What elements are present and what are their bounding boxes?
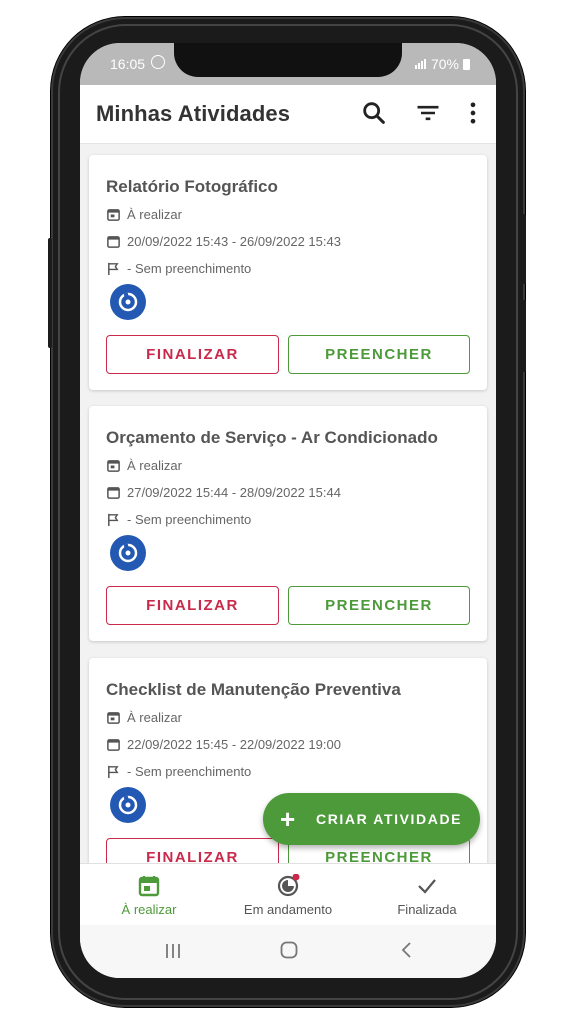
activity-title: Checklist de Manutenção Preventiva bbox=[106, 680, 401, 699]
phone-screen: 16:05 70% Minhas Atividades Relatório Fo bbox=[80, 43, 496, 978]
calendar-icon bbox=[138, 876, 160, 897]
activity-fill-status: - Sem preenchimento bbox=[106, 764, 251, 779]
preencher-button[interactable]: PREENCHER bbox=[288, 586, 470, 625]
more-vert-icon[interactable] bbox=[459, 99, 487, 127]
battery-percent: 70% bbox=[430, 56, 459, 72]
nav-item-a-realizar[interactable]: À realizar bbox=[80, 864, 218, 926]
check-icon bbox=[418, 879, 436, 894]
activity-card[interactable]: Checklist de Manutenção Preventiva À rea… bbox=[89, 658, 487, 893]
calendar-icon bbox=[107, 209, 120, 221]
activity-title: Orçamento de Serviço - Ar Condicionado bbox=[106, 428, 438, 447]
status-text: À realizar bbox=[127, 458, 182, 473]
fill-text: - Sem preenchimento bbox=[127, 512, 252, 527]
bottom-navigation: À realizar Em andamento Finalizada bbox=[80, 863, 496, 926]
calendar-icon bbox=[107, 460, 120, 472]
finalizar-button[interactable]: FINALIZAR bbox=[106, 335, 279, 374]
activity-dates: 20/09/2022 15:43 - 26/09/2022 15:43 bbox=[106, 234, 341, 249]
activity-status: À realizar bbox=[106, 207, 182, 222]
activity-fill-status: - Sem preenchimento bbox=[106, 261, 251, 276]
flag-icon bbox=[108, 262, 119, 276]
avatar bbox=[110, 535, 146, 571]
user-avatar-icon bbox=[118, 795, 138, 815]
nav-item-em-andamento[interactable]: Em andamento bbox=[219, 864, 357, 926]
calendar-icon bbox=[107, 236, 120, 248]
activity-status: À realizar bbox=[106, 710, 182, 725]
preencher-button[interactable]: PREENCHER bbox=[288, 335, 470, 374]
dates-text: 22/09/2022 15:45 - 22/09/2022 19:00 bbox=[127, 737, 341, 752]
activity-title: Relatório Fotográfico bbox=[106, 177, 278, 196]
activity-card[interactable]: Orçamento de Serviço - Ar Condicionado À… bbox=[89, 406, 487, 641]
whatsapp-icon bbox=[151, 55, 165, 69]
phone-side-button bbox=[48, 238, 52, 348]
user-avatar-icon bbox=[118, 543, 138, 563]
calendar-icon bbox=[107, 712, 120, 724]
status-text: À realizar bbox=[127, 207, 182, 222]
battery-icon bbox=[463, 58, 470, 70]
avatar bbox=[110, 787, 146, 823]
calendar-icon bbox=[107, 487, 120, 499]
dates-text: 27/09/2022 15:44 - 28/09/2022 15:44 bbox=[127, 485, 341, 500]
nav-label: À realizar bbox=[121, 902, 177, 917]
activity-card[interactable]: Relatório Fotográfico À realizar 20/09/2… bbox=[89, 155, 487, 390]
nav-label: Em andamento bbox=[243, 902, 333, 917]
activity-status: À realizar bbox=[106, 458, 182, 473]
camera-notch bbox=[174, 43, 402, 77]
status-indicators: 70% bbox=[414, 56, 470, 72]
search-icon[interactable] bbox=[360, 99, 388, 127]
phone-side-button bbox=[522, 300, 526, 372]
status-text: À realizar bbox=[127, 710, 182, 725]
activity-fill-status: - Sem preenchimento bbox=[106, 512, 251, 527]
system-navigation-bar bbox=[80, 925, 496, 978]
fab-label: CRIAR ATIVIDADE bbox=[316, 811, 463, 827]
fill-text: - Sem preenchimento bbox=[127, 261, 252, 276]
flag-icon bbox=[108, 513, 119, 527]
calendar-icon bbox=[107, 739, 120, 751]
activity-dates: 27/09/2022 15:44 - 28/09/2022 15:44 bbox=[106, 485, 341, 500]
progress-icon bbox=[277, 874, 300, 897]
app-bar: Minhas Atividades bbox=[80, 85, 496, 144]
activity-dates: 22/09/2022 15:45 - 22/09/2022 19:00 bbox=[106, 737, 341, 752]
nav-item-finalizada[interactable]: Finalizada bbox=[358, 864, 496, 926]
flag-icon bbox=[108, 765, 119, 779]
back-icon[interactable] bbox=[398, 941, 416, 959]
page-title: Minhas Atividades bbox=[96, 101, 291, 126]
plus-icon: + bbox=[280, 803, 296, 834]
fill-text: - Sem preenchimento bbox=[127, 764, 252, 779]
phone-side-button bbox=[522, 214, 526, 284]
finalizar-button[interactable]: FINALIZAR bbox=[106, 586, 279, 625]
avatar bbox=[110, 284, 146, 320]
status-time: 16:05 bbox=[110, 56, 146, 72]
activity-list: Relatório Fotográfico À realizar 20/09/2… bbox=[80, 143, 496, 978]
recent-apps-icon[interactable] bbox=[164, 942, 182, 960]
create-activity-fab[interactable]: + CRIAR ATIVIDADE bbox=[263, 793, 480, 845]
filter-icon[interactable] bbox=[414, 99, 442, 127]
user-avatar-icon bbox=[118, 292, 138, 312]
home-icon[interactable] bbox=[279, 940, 299, 960]
signal-icon bbox=[414, 59, 427, 69]
nav-label: Finalizada bbox=[397, 902, 457, 917]
dates-text: 20/09/2022 15:43 - 26/09/2022 15:43 bbox=[127, 234, 341, 249]
